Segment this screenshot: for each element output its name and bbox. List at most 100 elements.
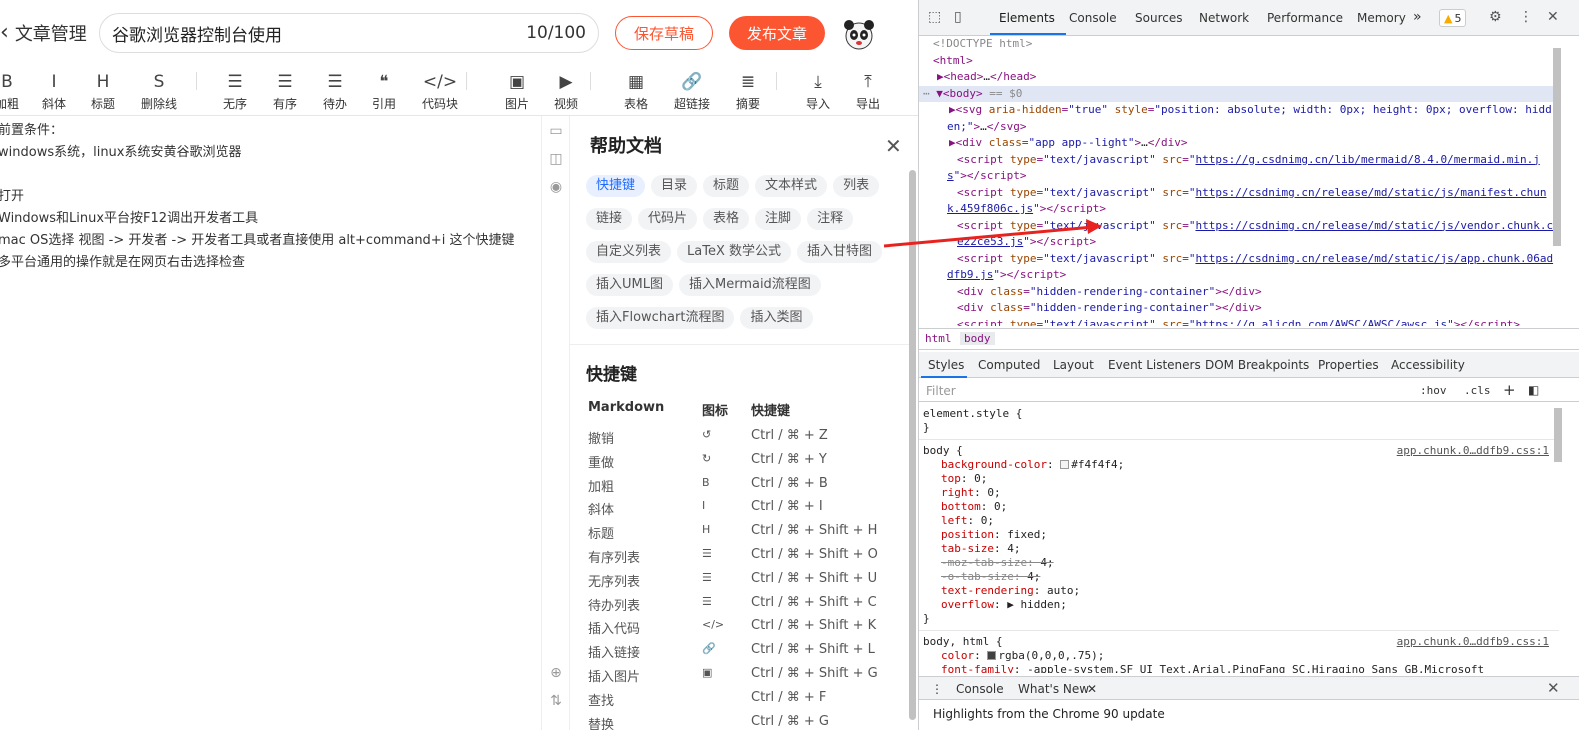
css-source-link[interactable]: app.chunk.0…ddfb9.css:1 <box>1397 444 1549 458</box>
help-tag[interactable]: 列表 <box>833 175 880 197</box>
toggle-sidebar-icon[interactable]: ◧ <box>1528 383 1539 397</box>
styles-tab-accessibility[interactable]: Accessibility <box>1391 358 1465 372</box>
css-property[interactable]: right: 0; <box>919 486 1559 500</box>
help-tag[interactable]: 文本样式 <box>755 175 828 197</box>
styles-tab-styles[interactable]: Styles <box>928 358 964 372</box>
css-property[interactable]: overflow: ▶ hidden; <box>919 598 1559 612</box>
dom-node-line[interactable]: s"></script> <box>919 168 1559 185</box>
target-icon[interactable]: ⊕ <box>547 664 565 682</box>
devtools-tab-elements[interactable]: Elements <box>999 11 1055 25</box>
css-property[interactable]: position: fixed; <box>919 528 1559 542</box>
article-title-input[interactable]: 谷歌浏览器控制台使用 10/100 <box>99 13 599 53</box>
styles-tab-computed[interactable]: Computed <box>978 358 1040 372</box>
styles-scrollbar[interactable] <box>1554 408 1562 462</box>
dom-node-line[interactable]: ⋯ ▼<body> == $0 <box>919 85 1559 102</box>
devtools-tab-network[interactable]: Network <box>1199 11 1249 25</box>
preview-eye-icon[interactable]: ◉ <box>547 178 565 196</box>
styles-tab-layout[interactable]: Layout <box>1053 358 1094 372</box>
help-scrollbar[interactable] <box>909 170 916 720</box>
help-tag[interactable]: 插入类图 <box>740 307 813 329</box>
dom-node-line[interactable]: <script type="text/javascript" src="http… <box>919 251 1559 268</box>
markdown-content-area[interactable]: 前置条件： windows系统，linux系统安黄谷歌浏览器 打开 Windows和L… <box>0 120 540 730</box>
dom-node-line[interactable]: ▶<div class="app app--light">…</div> <box>919 135 1559 152</box>
help-tag[interactable]: 代码片 <box>638 208 698 230</box>
toolbar-strikethrough-button[interactable]: S 删除线 <box>135 64 183 116</box>
close-icon[interactable]: ✕ <box>885 134 902 158</box>
dom-node-line[interactable]: k.459f806c.js"></script> <box>919 201 1559 218</box>
css-property[interactable]: -moz-tab-size: 4; <box>919 556 1559 570</box>
toolbar-video-button[interactable]: ▶ 视频 <box>542 64 590 116</box>
dom-node-line[interactable]: <script type="text/javascript" src="http… <box>919 317 1559 327</box>
css-property[interactable]: tab-size: 4; <box>919 542 1559 556</box>
devtools-tab-sources[interactable]: Sources <box>1135 11 1182 25</box>
drawer-tab-whats-new[interactable]: What's New <box>1018 682 1089 696</box>
toolbar-bold-button[interactable]: B 加粗 <box>0 64 31 116</box>
css-property[interactable]: left: 0; <box>919 514 1559 528</box>
warnings-badge[interactable]: ▲ 5 <box>1439 9 1467 27</box>
layout-single-icon[interactable]: ▭ <box>547 122 565 140</box>
dom-node-line[interactable]: e22ce53.js"></script> <box>919 234 1559 251</box>
drawer-tab-console[interactable]: Console <box>956 682 1004 696</box>
dom-node-line[interactable]: <script type="text/javascript" src="http… <box>919 185 1559 202</box>
help-tag[interactable]: 注释 <box>807 208 854 230</box>
toolbar-quote-button[interactable]: ❝ 引用 <box>360 64 408 116</box>
dom-node-line[interactable]: dfb9.js"></script> <box>919 267 1559 284</box>
dom-tree[interactable]: <!DOCTYPE html> <html> ▶<head>…</head> ⋯ ▼<… <box>919 36 1559 326</box>
help-tag[interactable]: 标题 <box>703 175 750 197</box>
help-tag[interactable]: 插入Flowchart流程图 <box>586 307 735 329</box>
dom-node-line[interactable]: <div class="hidden-rendering-container">… <box>919 284 1559 301</box>
help-tag[interactable]: 目录 <box>651 175 698 197</box>
dom-node-line[interactable]: <div class="hidden-rendering-container">… <box>919 300 1559 317</box>
css-property[interactable]: -o-tab-size: 4; <box>919 570 1559 584</box>
toolbar-table-button[interactable]: ▦ 表格 <box>612 64 660 116</box>
avatar[interactable] <box>842 18 876 52</box>
gear-icon[interactable]: ⚙ <box>1489 9 1502 25</box>
devtools-tab-console[interactable]: Console <box>1069 11 1117 25</box>
toolbar-code-button[interactable]: </> 代码块 <box>416 64 464 116</box>
help-tag[interactable]: 链接 <box>586 208 633 230</box>
styles-pane[interactable]: element.style {} body {app.chunk.0…ddfb9.… <box>919 403 1559 673</box>
back-to-articles-link[interactable]: ‹ 文章管理 <box>0 20 87 46</box>
help-tag[interactable]: 自定义列表 <box>586 241 672 263</box>
devtools-tab-performance[interactable]: Performance <box>1267 11 1343 25</box>
css-property[interactable]: text-rendering: auto; <box>919 584 1559 598</box>
toolbar-italic-button[interactable]: I 斜体 <box>30 64 78 116</box>
more-tabs-icon[interactable]: » <box>1413 9 1422 25</box>
help-tag[interactable]: 注脚 <box>755 208 802 230</box>
toolbar-image-button[interactable]: ▣ 图片 <box>493 64 541 116</box>
color-swatch-icon[interactable] <box>1060 460 1070 469</box>
toolbar-import-button[interactable]: ⤓ 导入 <box>794 64 842 116</box>
save-draft-button[interactable]: 保存草稿 <box>615 16 713 50</box>
kebab-menu-icon[interactable]: ⋮ <box>1519 9 1533 25</box>
sync-scroll-icon[interactable]: ⇅ <box>547 692 565 710</box>
dom-node-line[interactable]: <script type="text/javascript" src="http… <box>919 152 1559 169</box>
toolbar-summary-button[interactable]: ≣ 摘要 <box>724 64 772 116</box>
close-icon[interactable]: ✕ <box>1547 9 1559 25</box>
dom-node-line[interactable]: <html> <box>919 53 1559 70</box>
dom-node-line[interactable]: <!DOCTYPE html> <box>919 36 1559 53</box>
new-rule-icon[interactable]: + <box>1503 381 1516 399</box>
layout-split-icon[interactable]: ◫ <box>547 150 565 168</box>
toolbar-heading-button[interactable]: H 标题 <box>79 64 127 116</box>
css-property[interactable]: color: rgba(0,0,0,.75); <box>919 649 1559 663</box>
dom-scrollbar[interactable] <box>1553 48 1561 246</box>
crumb-body[interactable]: body <box>960 332 995 345</box>
styles-tab-properties[interactable]: Properties <box>1318 358 1379 372</box>
close-icon[interactable]: ✕ <box>1087 682 1097 696</box>
toolbar-todo-list-button[interactable]: ☰ 待办 <box>311 64 359 116</box>
help-tag[interactable]: 插入甘特图 <box>797 241 883 263</box>
css-source-link[interactable]: app.chunk.0…ddfb9.css:1 <box>1397 635 1549 649</box>
help-tag[interactable]: 快捷键 <box>586 175 646 197</box>
dom-node-line[interactable]: en;">…</svg> <box>919 119 1559 136</box>
inspect-element-icon[interactable]: ⬚ <box>928 9 941 25</box>
publish-button[interactable]: 发布文章 <box>729 16 825 50</box>
hov-toggle[interactable]: :hov <box>1420 384 1447 397</box>
device-toolbar-icon[interactable]: ▯ <box>954 9 962 25</box>
filter-input[interactable]: Filter <box>926 384 956 398</box>
cls-toggle[interactable]: .cls <box>1464 384 1491 397</box>
help-tag[interactable]: 插入UML图 <box>586 274 673 296</box>
toolbar-export-button[interactable]: ⤒ 导出 <box>844 64 892 116</box>
styles-tab-dom-breakpoints[interactable]: DOM Breakpoints <box>1205 358 1309 372</box>
devtools-tab-memory[interactable]: Memory <box>1357 11 1406 25</box>
css-selector[interactable]: element.style { <box>919 407 1559 421</box>
